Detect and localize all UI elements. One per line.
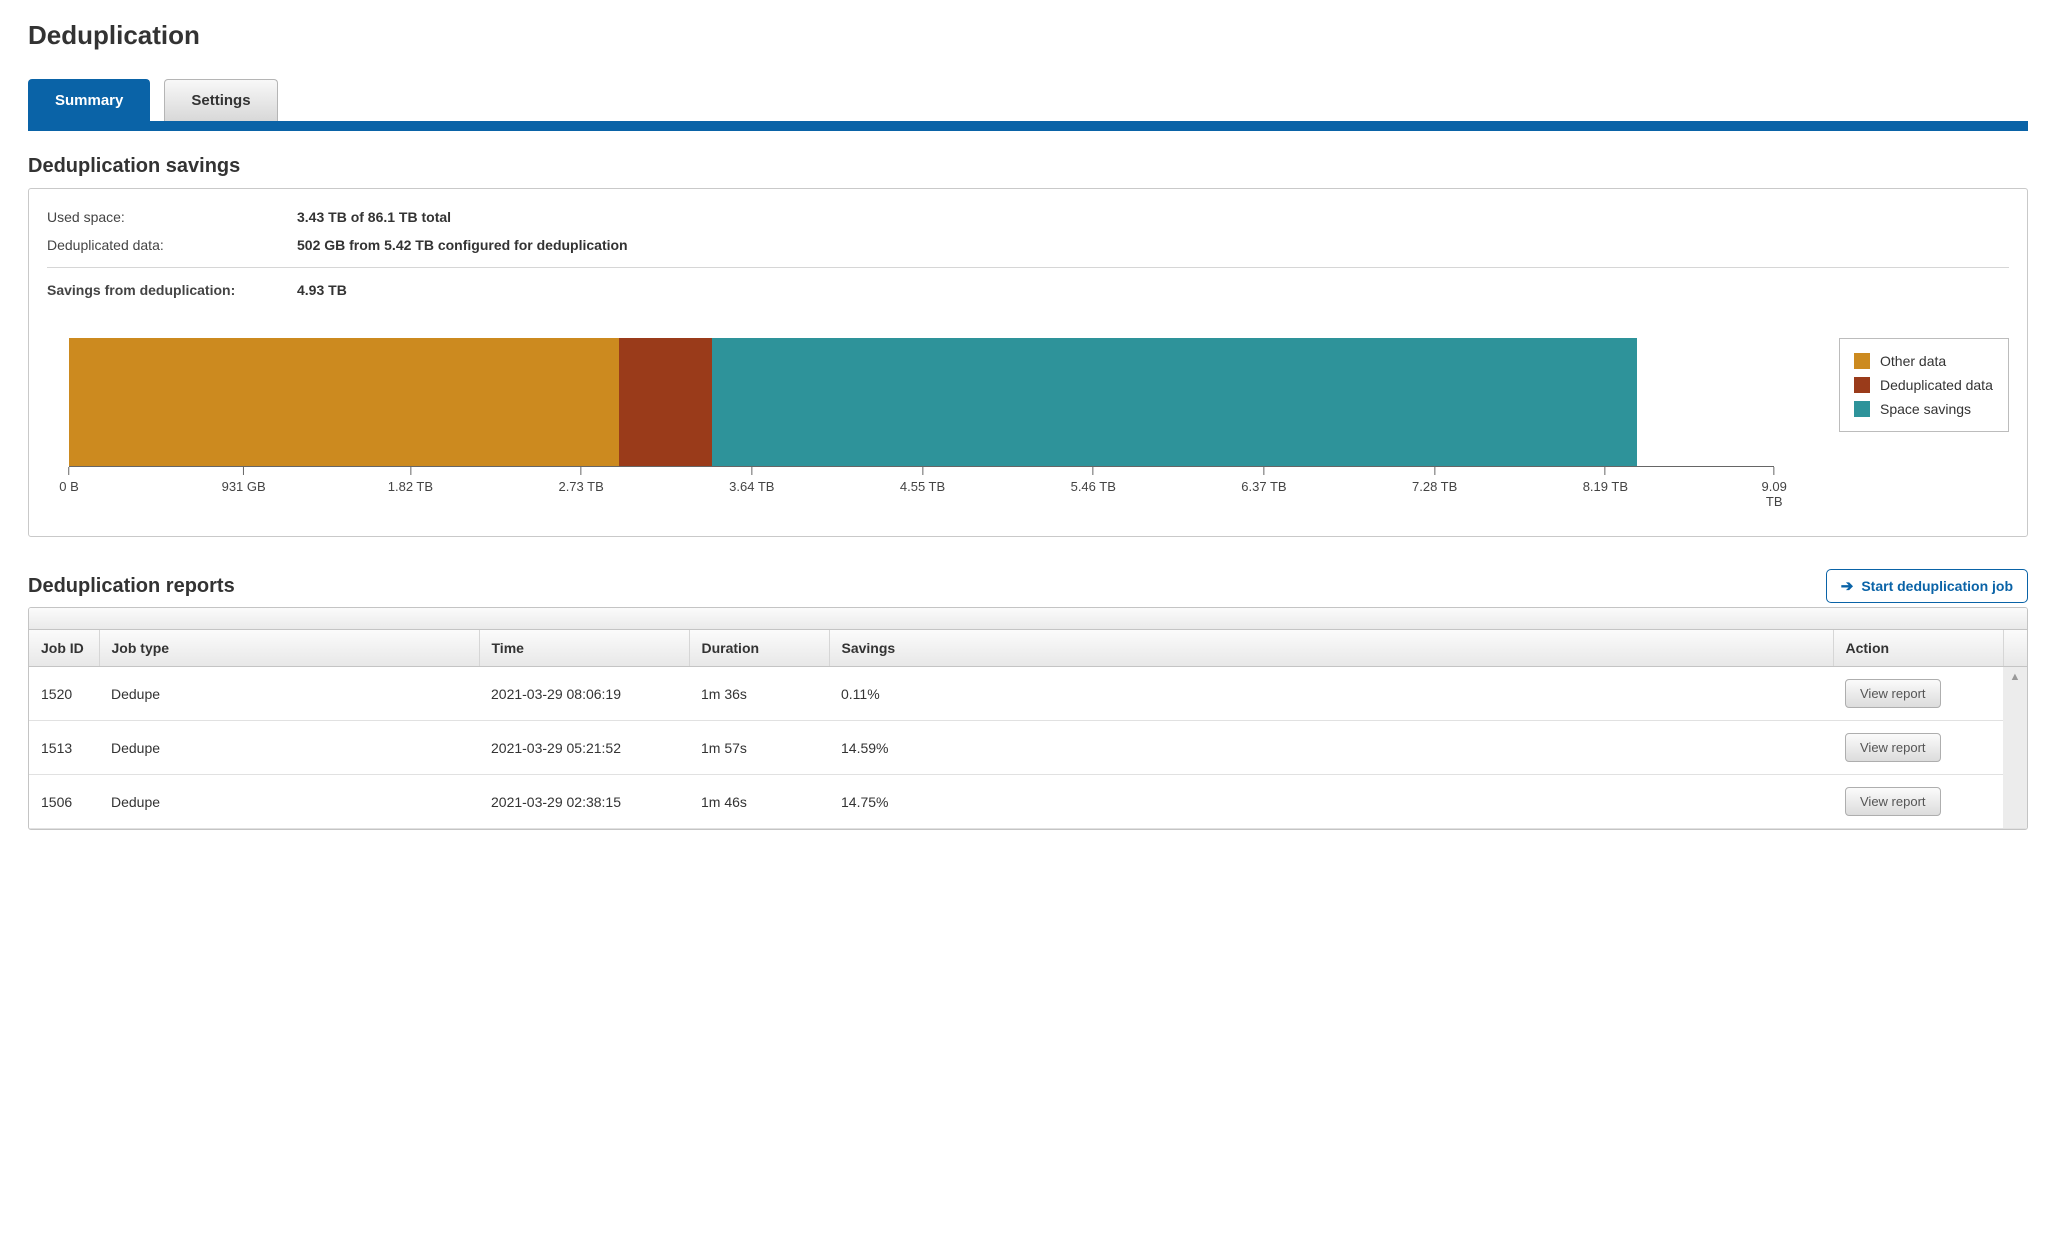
column-header-scroll xyxy=(2003,630,2027,667)
legend-item-dedup: Deduplicated data xyxy=(1854,373,1994,397)
divider xyxy=(47,267,2009,268)
view-report-button[interactable]: View report xyxy=(1845,787,1941,816)
cell-job-type: Dedupe xyxy=(99,775,479,829)
cell-time: 2021-03-29 08:06:19 xyxy=(479,667,689,721)
bar-segment-deduplicated-data xyxy=(619,338,713,466)
cell-duration: 1m 36s xyxy=(689,667,829,721)
savings-chart: 0 B 931 GB 1.82 TB 2.73 TB 3.64 TB 4.55 TB 5.4… xyxy=(47,338,2009,506)
cell-action: View report xyxy=(1833,721,2003,775)
used-space-label: Used space: xyxy=(47,209,297,225)
x-axis-tick: 2.73 TB xyxy=(558,467,603,494)
dedup-data-label: Deduplicated data: xyxy=(47,237,297,253)
legend-item-save: Space savings xyxy=(1854,397,1994,421)
cell-time: 2021-03-29 02:38:15 xyxy=(479,775,689,829)
savings-section-title: Deduplication savings xyxy=(28,155,2028,178)
legend-label: Deduplicated data xyxy=(1880,377,1993,393)
table-toolbar-gap xyxy=(29,608,2027,630)
scrollbar[interactable]: ▲ xyxy=(2003,667,2027,829)
x-axis-tick: 1.82 TB xyxy=(388,467,433,494)
cell-job-id: 1513 xyxy=(29,721,99,775)
table-row: 1520Dedupe2021-03-29 08:06:191m 36s0.11%… xyxy=(29,667,2027,721)
column-header-duration[interactable]: Duration xyxy=(689,630,829,667)
view-report-button[interactable]: View report xyxy=(1845,733,1941,762)
tab-summary[interactable]: Summary xyxy=(28,79,150,121)
legend-item-other: Other data xyxy=(1854,349,1994,373)
x-axis-tick: 4.55 TB xyxy=(900,467,945,494)
bar-segment-other-data xyxy=(69,338,619,466)
legend-label: Space savings xyxy=(1880,401,1971,417)
start-button-label: Start deduplication job xyxy=(1861,578,2013,594)
cell-savings: 14.75% xyxy=(829,775,1833,829)
x-axis-tick: 3.64 TB xyxy=(729,467,774,494)
cell-savings: 14.59% xyxy=(829,721,1833,775)
x-axis-tick: 7.28 TB xyxy=(1412,467,1457,494)
x-axis-tick: 6.37 TB xyxy=(1241,467,1286,494)
swatch-icon xyxy=(1854,401,1870,417)
cell-job-type: Dedupe xyxy=(99,667,479,721)
cell-action: View report xyxy=(1833,775,2003,829)
table-header-row: Job ID Job type Time Duration Savings Ac… xyxy=(29,630,2027,667)
cell-duration: 1m 57s xyxy=(689,721,829,775)
used-space-row: Used space: 3.43 TB of 86.1 TB total xyxy=(47,203,2009,231)
reports-tbody: 1520Dedupe2021-03-29 08:06:191m 36s0.11%… xyxy=(29,667,2027,829)
reports-section-title: Deduplication reports xyxy=(28,575,235,598)
column-header-job-type[interactable]: Job type xyxy=(99,630,479,667)
x-axis-tick: 5.46 TB xyxy=(1071,467,1116,494)
tab-strip: Summary Settings xyxy=(28,79,2028,131)
arrow-right-icon: ➔ xyxy=(1841,579,1854,594)
savings-value: 4.93 TB xyxy=(297,282,347,298)
x-axis-tick: 0 B xyxy=(59,467,79,494)
column-header-savings[interactable]: Savings xyxy=(829,630,1833,667)
table-row: 1506Dedupe2021-03-29 02:38:151m 46s14.75… xyxy=(29,775,2027,829)
cell-duration: 1m 46s xyxy=(689,775,829,829)
cell-time: 2021-03-29 05:21:52 xyxy=(479,721,689,775)
swatch-icon xyxy=(1854,353,1870,369)
column-header-job-id[interactable]: Job ID xyxy=(29,630,99,667)
savings-row: Savings from deduplication: 4.93 TB xyxy=(47,276,2009,304)
table-row: 1513Dedupe2021-03-29 05:21:521m 57s14.59… xyxy=(29,721,2027,775)
legend-label: Other data xyxy=(1880,353,1946,369)
cell-job-type: Dedupe xyxy=(99,721,479,775)
savings-panel: Used space: 3.43 TB of 86.1 TB total Ded… xyxy=(28,188,2028,537)
x-axis-tick: 9.09 TB xyxy=(1762,467,1787,509)
dedup-data-row: Deduplicated data: 502 GB from 5.42 TB c… xyxy=(47,231,2009,259)
chart-legend: Other data Deduplicated data Space savin… xyxy=(1839,338,2009,432)
cell-job-id: 1520 xyxy=(29,667,99,721)
cell-savings: 0.11% xyxy=(829,667,1833,721)
swatch-icon xyxy=(1854,377,1870,393)
column-header-action: Action xyxy=(1833,630,2003,667)
cell-action: View report xyxy=(1833,667,2003,721)
bar-segment-space-savings xyxy=(712,338,1637,466)
dedup-data-value: 502 GB from 5.42 TB configured for dedup… xyxy=(297,237,628,253)
x-axis-tick: 931 GB xyxy=(222,467,266,494)
stacked-bar xyxy=(69,338,1637,466)
used-space-value: 3.43 TB of 86.1 TB total xyxy=(297,209,451,225)
view-report-button[interactable]: View report xyxy=(1845,679,1941,708)
column-header-time[interactable]: Time xyxy=(479,630,689,667)
x-axis: 0 B931 GB1.82 TB2.73 TB3.64 TB4.55 TB5.4… xyxy=(69,466,1774,506)
reports-table: Job ID Job type Time Duration Savings Ac… xyxy=(28,607,2028,830)
x-axis-tick: 8.19 TB xyxy=(1583,467,1628,494)
cell-job-id: 1506 xyxy=(29,775,99,829)
page-title: Deduplication xyxy=(28,20,2028,51)
chevron-up-icon: ▲ xyxy=(2010,671,2021,683)
savings-label: Savings from deduplication: xyxy=(47,282,297,298)
tab-settings[interactable]: Settings xyxy=(164,79,277,121)
start-deduplication-job-button[interactable]: ➔ Start deduplication job xyxy=(1826,569,2028,603)
